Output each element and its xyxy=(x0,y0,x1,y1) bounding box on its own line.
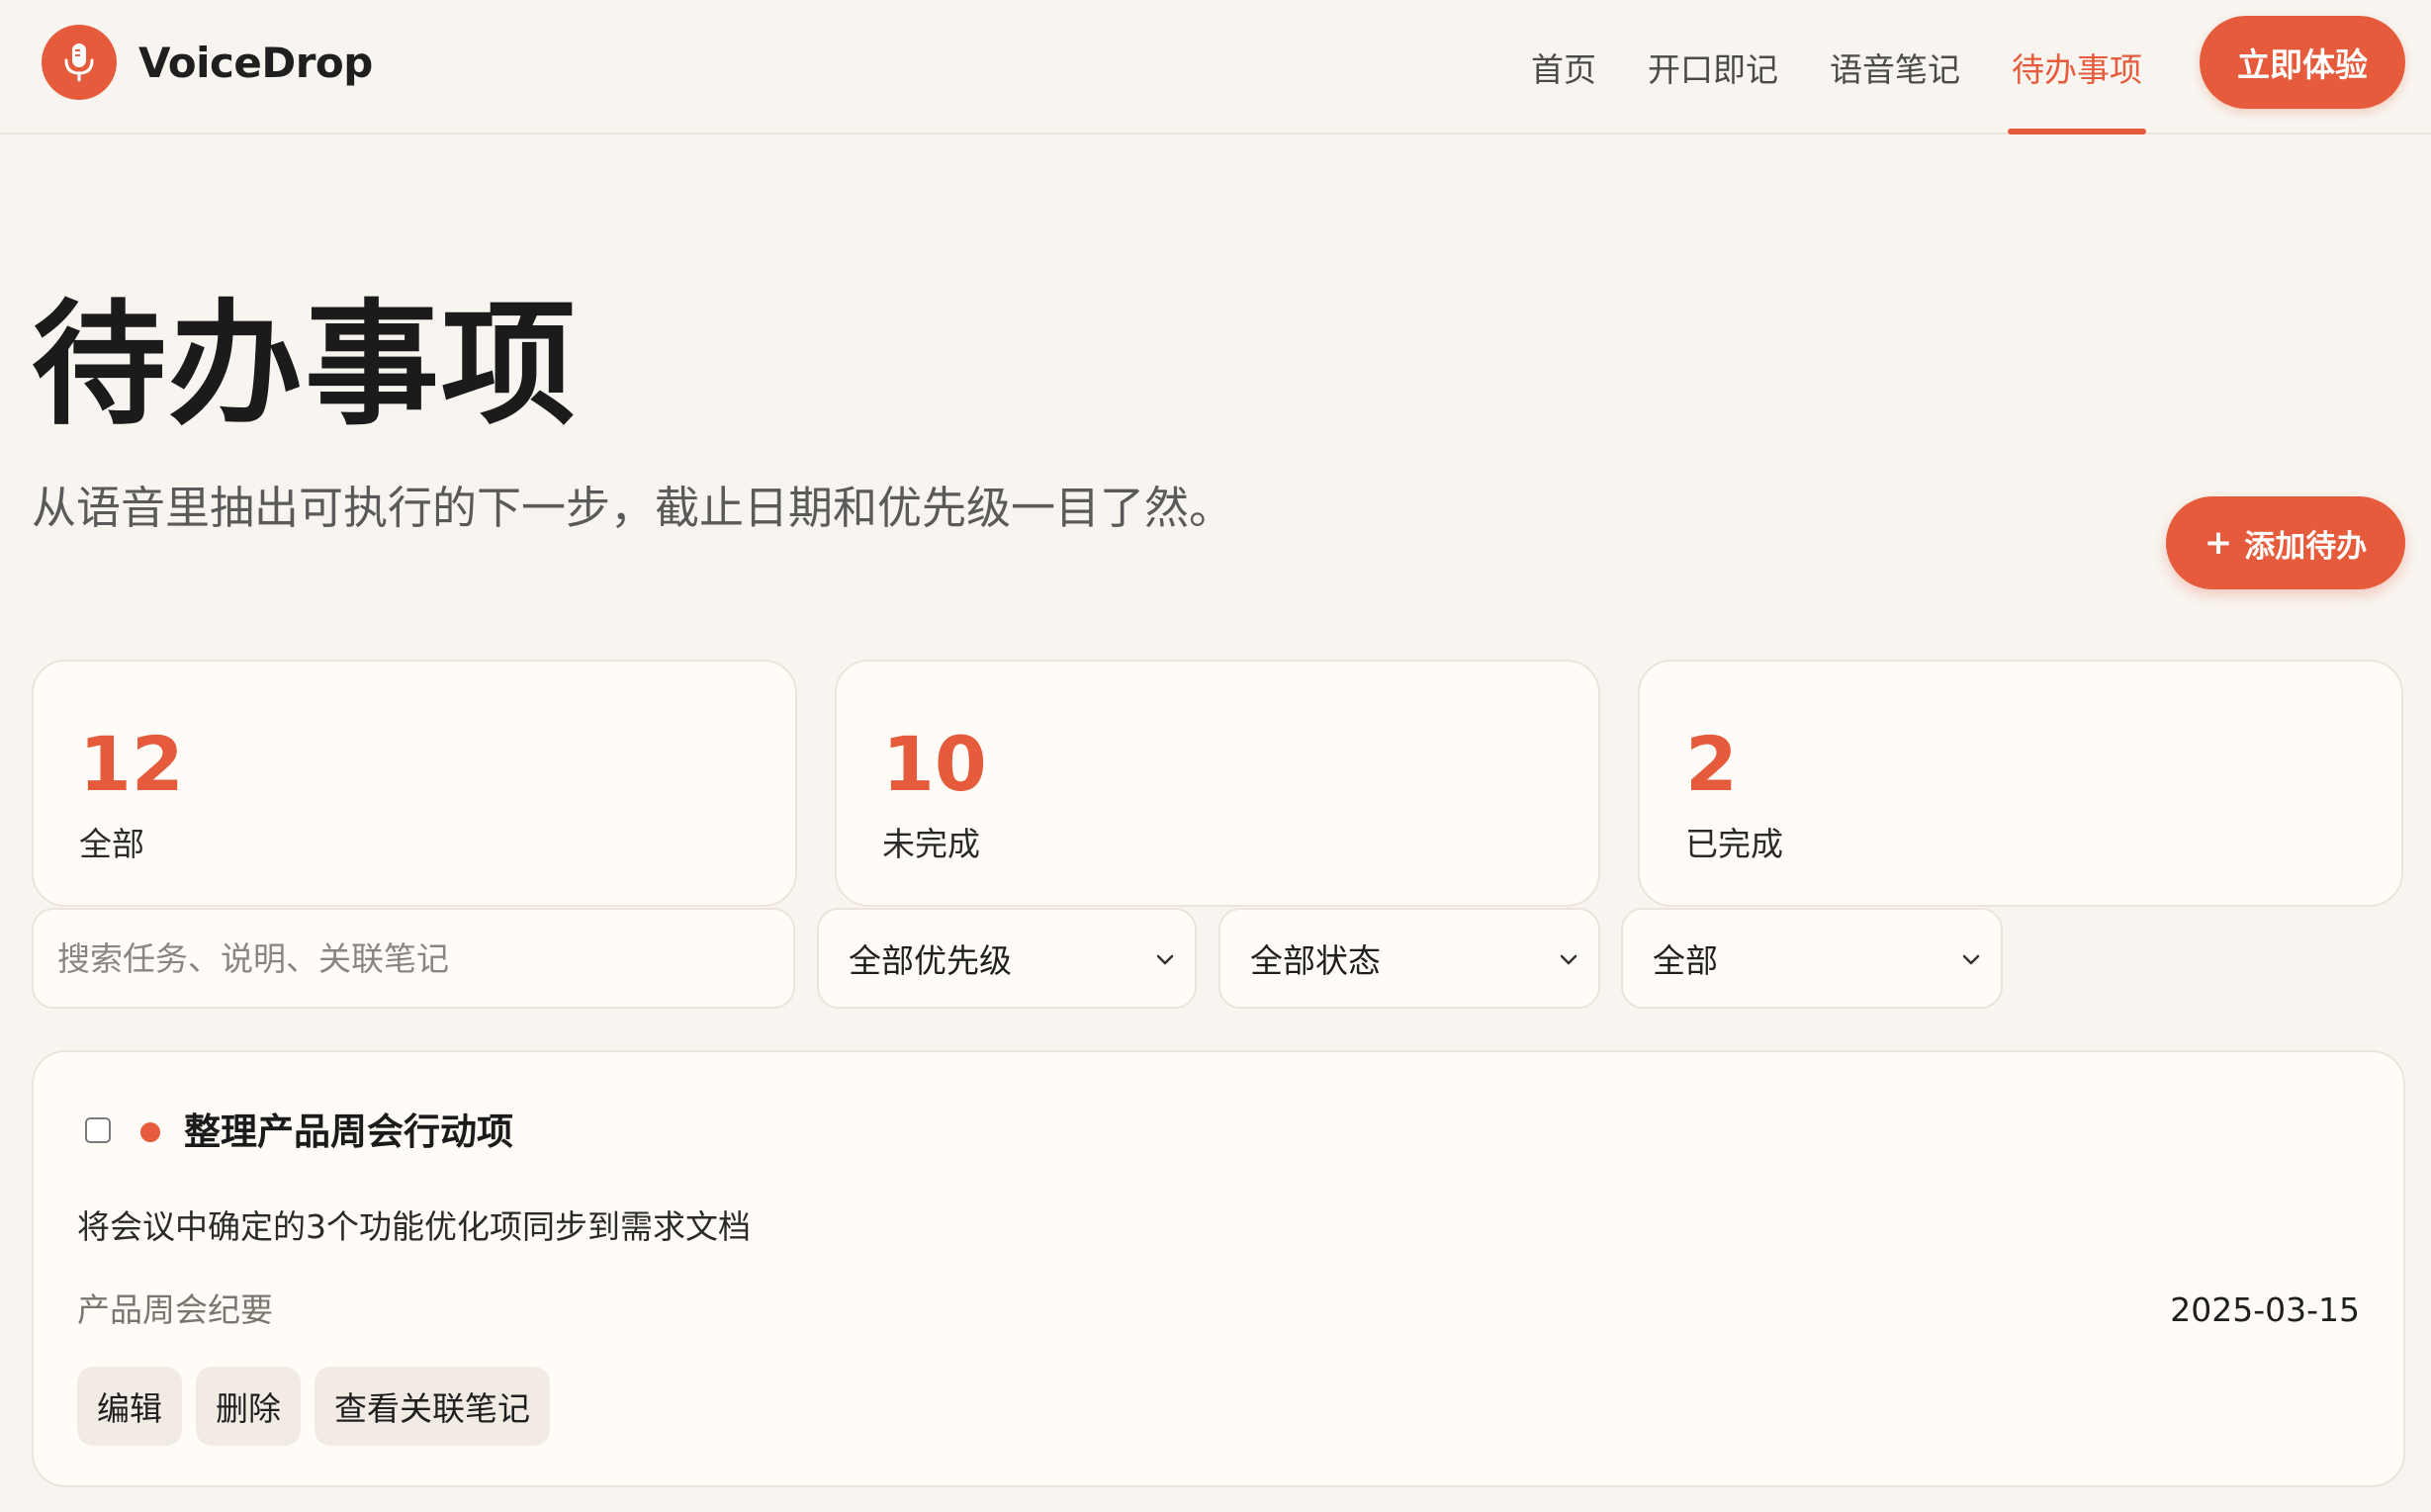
edit-button[interactable]: 编辑 xyxy=(77,1367,182,1446)
todo-due-date: 2025-03-15 xyxy=(2170,1290,2360,1329)
stat-card-done: 2 已完成 xyxy=(1638,660,2403,907)
nav-item-home[interactable]: 首页 xyxy=(1531,0,1596,134)
stat-value: 10 xyxy=(882,720,987,808)
todo-title: 整理产品周会行动项 xyxy=(184,1111,513,1153)
view-note-button[interactable]: 查看关联笔记 xyxy=(315,1367,550,1446)
priority-select[interactable]: 全部优先级 xyxy=(817,908,1197,1009)
stat-card-all: 12 全部 xyxy=(32,660,797,907)
page-title: 待办事项 xyxy=(32,288,578,444)
nav-item-voice-notes[interactable]: 语音笔记 xyxy=(1830,0,1960,134)
microphone-icon xyxy=(42,25,117,100)
main-nav: 首页 开口即记 语音笔记 待办事项 xyxy=(1531,0,2194,134)
nav-item-todos[interactable]: 待办事项 xyxy=(2008,0,2146,134)
stat-label: 全部 xyxy=(79,825,144,863)
stat-label: 已完成 xyxy=(1685,825,1783,863)
search-input[interactable] xyxy=(32,908,795,1009)
stat-value: 2 xyxy=(1685,720,1738,808)
try-now-button[interactable]: 立即体验 xyxy=(2200,16,2405,109)
chevron-down-icon xyxy=(1560,954,1577,965)
todo-actions: 编辑 删除 查看关联笔记 xyxy=(77,1367,564,1446)
add-todo-button[interactable]: + 添加待办 xyxy=(2166,496,2405,589)
todo-checkbox[interactable] xyxy=(85,1117,111,1143)
page-subtitle: 从语音里抽出可执行的下一步，截止日期和优先级一目了然。 xyxy=(32,482,1234,534)
brand-name: VoiceDrop xyxy=(138,38,373,87)
stat-card-pending: 10 未完成 xyxy=(835,660,1600,907)
top-header: VoiceDrop 首页 开口即记 语音笔记 待办事项 立即体验 xyxy=(0,0,2431,134)
todo-card: 整理产品周会行动项 将会议中确定的3个功能优化项同步到需求文档 产品周会纪要 2… xyxy=(32,1050,2405,1487)
add-todo-label: 添加待办 xyxy=(2244,528,2368,565)
stat-value: 12 xyxy=(79,720,184,808)
status-select[interactable]: 全部状态 xyxy=(1218,908,1600,1009)
priority-dot xyxy=(140,1122,160,1142)
todo-linked-note: 产品周会纪要 xyxy=(77,1290,273,1329)
nav-item-quick-record[interactable]: 开口即记 xyxy=(1648,0,1778,134)
range-select[interactable]: 全部 xyxy=(1621,908,2003,1009)
plus-icon: + xyxy=(2204,523,2233,563)
delete-button[interactable]: 删除 xyxy=(196,1367,301,1446)
chevron-down-icon xyxy=(1156,954,1174,965)
stat-label: 未完成 xyxy=(882,825,980,863)
status-select-value: 全部状态 xyxy=(1250,941,1381,980)
todo-description: 将会议中确定的3个功能优化项同步到需求文档 xyxy=(77,1207,751,1246)
range-select-value: 全部 xyxy=(1653,941,1718,980)
chevron-down-icon xyxy=(1962,954,1980,965)
brand[interactable]: VoiceDrop xyxy=(42,24,373,101)
priority-select-value: 全部优先级 xyxy=(849,941,1012,980)
